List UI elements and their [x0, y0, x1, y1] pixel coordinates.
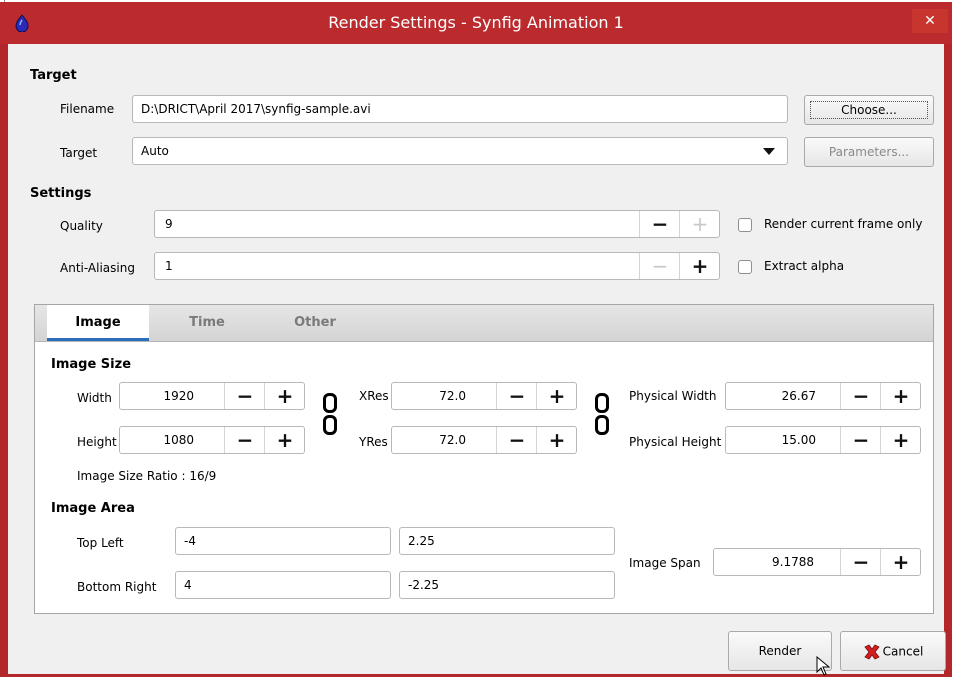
width-spinbox[interactable]: 1920 − +	[119, 382, 305, 410]
mouse-cursor-icon	[816, 656, 831, 676]
physical-height-increment-button[interactable]: +	[880, 427, 921, 453]
physical-width-value: 26.67	[781, 389, 816, 403]
tab-bar: Image Time Other	[35, 305, 933, 342]
top-left-label: Top Left	[77, 536, 124, 550]
settings-section-title: Settings	[30, 186, 92, 201]
height-label: Height	[77, 435, 117, 449]
image-time-other-tabpanel: Image Time Other Image Size Width 1920 −…	[34, 304, 934, 614]
image-span-increment-button[interactable]: +	[880, 549, 921, 575]
xres-decrement-button[interactable]: −	[496, 383, 537, 409]
physical-width-spinbox[interactable]: 26.67 − +	[725, 382, 921, 410]
yres-value: 72.0	[439, 433, 466, 447]
chain-link-icon[interactable]	[323, 393, 337, 435]
image-area-section-title: Image Area	[51, 501, 135, 516]
title-bar[interactable]: Render Settings - Synfig Animation 1 ✕	[0, 2, 952, 44]
physical-width-increment-button[interactable]: +	[880, 383, 921, 409]
image-span-label: Image Span	[629, 556, 701, 570]
tab-other[interactable]: Other	[265, 305, 365, 341]
physical-height-label: Physical Height	[629, 435, 722, 449]
physical-height-spinbox[interactable]: 15.00 − +	[725, 426, 921, 454]
render-current-frame-checkbox[interactable]	[738, 218, 752, 232]
dialog-body: Target Filename D:\DRICT\April 2017\synf…	[8, 44, 946, 676]
cancel-label: Cancel	[882, 644, 924, 659]
bottom-right-label: Bottom Right	[77, 580, 157, 594]
antialiasing-spinbox[interactable]: 1 − +	[154, 252, 720, 280]
width-label: Width	[77, 391, 112, 405]
cancel-button[interactable]: Cancel	[840, 631, 946, 671]
xres-label: XRes	[359, 389, 389, 403]
top-left-y-input[interactable]: 2.25	[399, 527, 615, 555]
filename-label: Filename	[60, 102, 115, 116]
physical-width-decrement-button[interactable]: −	[840, 383, 881, 409]
physical-height-value: 15.00	[781, 433, 816, 447]
quality-spinbox[interactable]: 9 − +	[154, 210, 720, 238]
height-value: 1080	[163, 433, 194, 447]
target-section-title: Target	[30, 68, 77, 83]
dropdown-arrow-icon	[763, 148, 775, 155]
quality-label: Quality	[60, 219, 103, 233]
target-label: Target	[60, 146, 98, 160]
yres-label: YRes	[359, 435, 388, 449]
filename-input[interactable]: D:\DRICT\April 2017\synfig-sample.avi	[132, 95, 788, 123]
extract-alpha-label[interactable]: Extract alpha	[764, 259, 844, 273]
window-title: Render Settings - Synfig Animation 1	[328, 13, 624, 32]
bottom-right-x-input[interactable]: 4	[175, 571, 391, 599]
close-icon: ✕	[924, 13, 936, 29]
xres-value: 72.0	[439, 389, 466, 403]
yres-decrement-button[interactable]: −	[496, 427, 537, 453]
antialiasing-decrement-button[interactable]: −	[639, 253, 680, 279]
tab-image[interactable]: Image	[47, 305, 149, 341]
height-spinbox[interactable]: 1080 − +	[119, 426, 305, 454]
target-select-value: Auto	[141, 144, 169, 158]
tab-time[interactable]: Time	[157, 305, 257, 341]
physical-height-decrement-button[interactable]: −	[840, 427, 881, 453]
width-decrement-button[interactable]: −	[224, 383, 265, 409]
width-value: 1920	[163, 389, 194, 403]
close-button[interactable]: ✕	[912, 9, 948, 33]
extract-alpha-checkbox[interactable]	[738, 260, 752, 274]
antialiasing-increment-button[interactable]: +	[679, 253, 720, 279]
chain-link-icon[interactable]	[595, 393, 609, 435]
render-settings-dialog: Render Settings - Synfig Animation 1 ✕ T…	[0, 2, 952, 677]
choose-button[interactable]: Choose...	[804, 95, 934, 125]
render-current-frame-label[interactable]: Render current frame only	[764, 217, 922, 231]
image-span-value: 9.1788	[772, 555, 814, 569]
quality-decrement-button[interactable]: −	[639, 211, 680, 237]
image-size-section-title: Image Size	[51, 357, 132, 372]
yres-increment-button[interactable]: +	[536, 427, 577, 453]
xres-increment-button[interactable]: +	[536, 383, 577, 409]
antialiasing-label: Anti-Aliasing	[60, 261, 135, 275]
bottom-right-y-input[interactable]: -2.25	[399, 571, 615, 599]
target-select[interactable]: Auto	[132, 137, 788, 165]
width-increment-button[interactable]: +	[264, 383, 305, 409]
parameters-button[interactable]: Parameters...	[804, 137, 934, 167]
image-span-spinbox[interactable]: 9.1788 − +	[713, 548, 921, 576]
image-span-decrement-button[interactable]: −	[840, 549, 881, 575]
xres-spinbox[interactable]: 72.0 − +	[391, 382, 577, 410]
top-left-x-input[interactable]: -4	[175, 527, 391, 555]
cancel-x-icon	[864, 643, 880, 660]
antialiasing-value: 1	[165, 259, 173, 273]
image-size-ratio: Image Size Ratio : 16/9	[77, 469, 217, 483]
height-increment-button[interactable]: +	[264, 427, 305, 453]
yres-spinbox[interactable]: 72.0 − +	[391, 426, 577, 454]
physical-width-label: Physical Width	[629, 389, 717, 403]
quality-increment-button[interactable]: +	[679, 211, 720, 237]
quality-value: 9	[165, 217, 173, 231]
height-decrement-button[interactable]: −	[224, 427, 265, 453]
